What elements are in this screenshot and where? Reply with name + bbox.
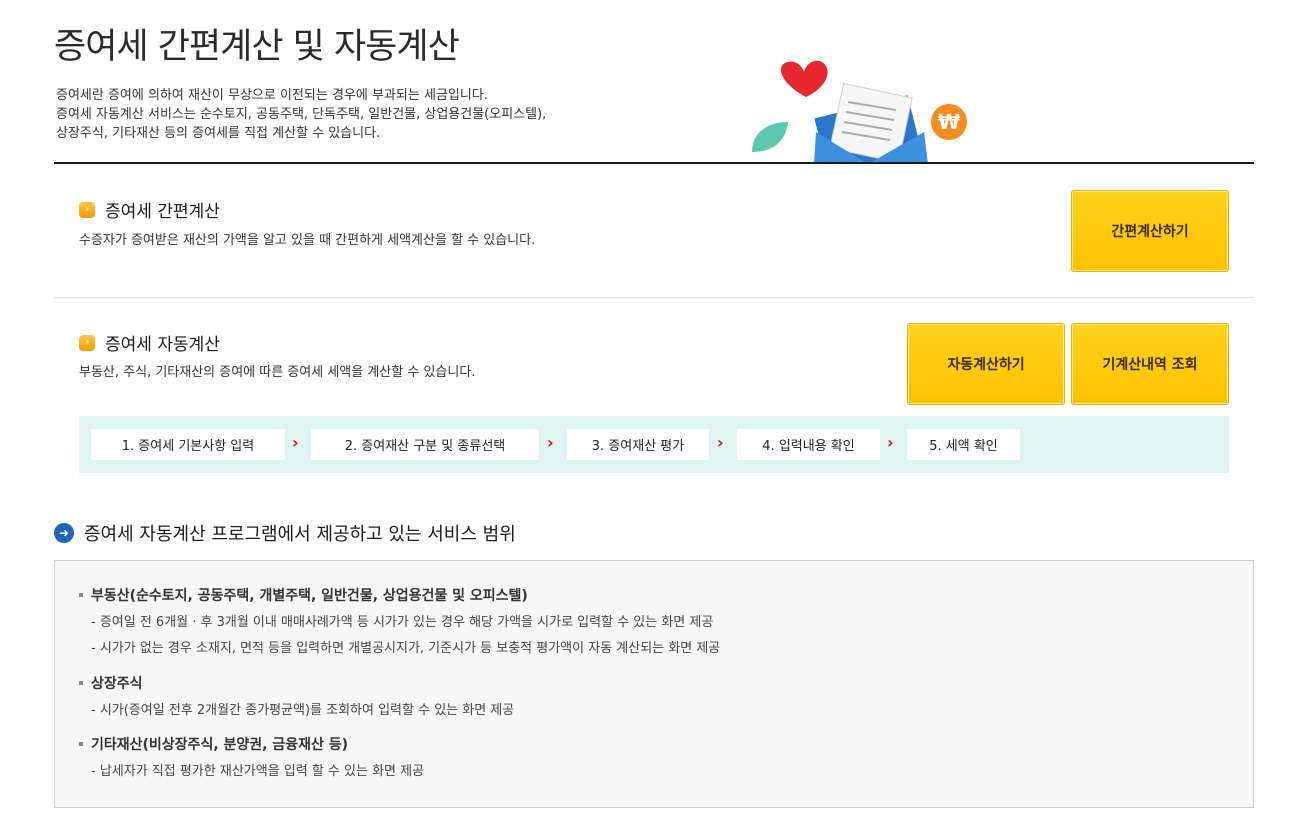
chevron-right-icon: ›	[547, 433, 554, 452]
scope-heading: ➜ 증여세 자동계산 프로그램에서 제공하고 있는 서비스 범위	[54, 520, 516, 546]
step-2: 2. 증여재산 구분 및 종류선택	[311, 429, 539, 460]
scope-box: 부동산(순수토지, 공동주택, 개별주택, 일반건물, 상업용건물 및 오피스텔…	[54, 560, 1254, 808]
chevron-right-icon: ›	[887, 433, 894, 452]
header-divider	[54, 162, 1254, 164]
leaf-icon	[752, 122, 788, 152]
auto-calc-description: 부동산, 주식, 기타재산의 증여에 따른 증여세 세액을 계산할 수 있습니다…	[79, 365, 476, 380]
category-name: 상장주식	[91, 676, 143, 692]
step-5: 5. 세액 확인	[907, 429, 1020, 460]
square-bullet-icon	[79, 681, 83, 685]
scope-title: 증여세 자동계산 프로그램에서 제공하고 있는 서비스 범위	[84, 524, 516, 545]
square-bullet-icon	[79, 593, 83, 597]
simple-calc-description: 수증자가 증여받은 재산의 가액을 알고 있을 때 간편하게 세액계산을 할 수…	[79, 233, 536, 248]
heart-envelope-won-illustration: ₩	[752, 60, 967, 164]
calc-history-button[interactable]: 기계산내역 조회	[1071, 323, 1229, 405]
description-line: 증여세 자동계산 서비스는 순수토지, 공동주택, 단독주택, 일반건물, 상업…	[56, 107, 547, 122]
page-description: 증여세란 증여에 의하여 재산이 무상으로 이전되는 경우에 부과되는 세금입니…	[56, 86, 546, 143]
scope-item: - 시가가 없는 경우 소재지, 면적 등을 입력하면 개별공시지가, 기준시가…	[91, 641, 721, 656]
arrow-right-circle-icon: ➜	[54, 523, 74, 543]
scope-category: 상장주식	[79, 673, 143, 693]
auto-calc-steps: 1. 증여세 기본사항 입력 › 2. 증여재산 구분 및 종류선택 › 3. …	[79, 416, 1229, 473]
square-bullet-icon	[79, 742, 83, 746]
scope-item: - 증여일 전 6개월 · 후 3개월 이내 매매사례가액 등 시가가 있는 경…	[91, 615, 714, 630]
chevron-right-icon: ›	[79, 201, 95, 218]
category-name: 부동산(순수토지, 공동주택, 개별주택, 일반건물, 상업용건물 및 오피스텔…	[91, 588, 528, 604]
won-symbol: ₩	[938, 110, 960, 134]
chevron-right-icon: ›	[717, 433, 724, 452]
chevron-right-icon: ›	[292, 433, 299, 452]
simple-calc-button[interactable]: 간편계산하기	[1071, 190, 1229, 272]
auto-calc-heading: › 증여세 자동계산	[79, 330, 220, 355]
description-line: 증여세란 증여에 의하여 재산이 무상으로 이전되는 경우에 부과되는 세금입니…	[56, 88, 488, 103]
scope-category: 기타재산(비상장주식, 분양권, 금융재산 등)	[79, 734, 348, 754]
category-name: 기타재산(비상장주식, 분양권, 금융재산 등)	[91, 737, 349, 753]
auto-calc-title: 증여세 자동계산	[105, 335, 220, 355]
page-title: 증여세 간편계산 및 자동계산	[54, 27, 460, 67]
scope-category: 부동산(순수토지, 공동주택, 개별주택, 일반건물, 상업용건물 및 오피스텔…	[79, 585, 528, 605]
step-4: 4. 입력내용 확인	[737, 429, 880, 460]
envelope-icon	[814, 82, 928, 164]
auto-calc-button[interactable]: 자동계산하기	[907, 323, 1065, 405]
scope-item: - 시가(증여일 전후 2개월간 종가평균액)를 조회하여 입력할 수 있는 화…	[91, 703, 515, 718]
heart-icon	[781, 60, 828, 97]
step-3: 3. 증여재산 평가	[567, 429, 709, 460]
description-line: 상장주식, 기타재산 등의 증여세를 직접 계산할 수 있습니다.	[56, 126, 381, 141]
step-1: 1. 증여세 기본사항 입력	[91, 429, 285, 460]
scope-item: - 납세자가 직접 평가한 재산가액을 입력 할 수 있는 화면 제공	[91, 764, 425, 779]
section-divider	[54, 297, 1254, 298]
simple-calc-heading: › 증여세 간편계산	[79, 197, 220, 222]
simple-calc-title: 증여세 간편계산	[105, 202, 220, 222]
chevron-right-icon: ›	[79, 334, 95, 351]
